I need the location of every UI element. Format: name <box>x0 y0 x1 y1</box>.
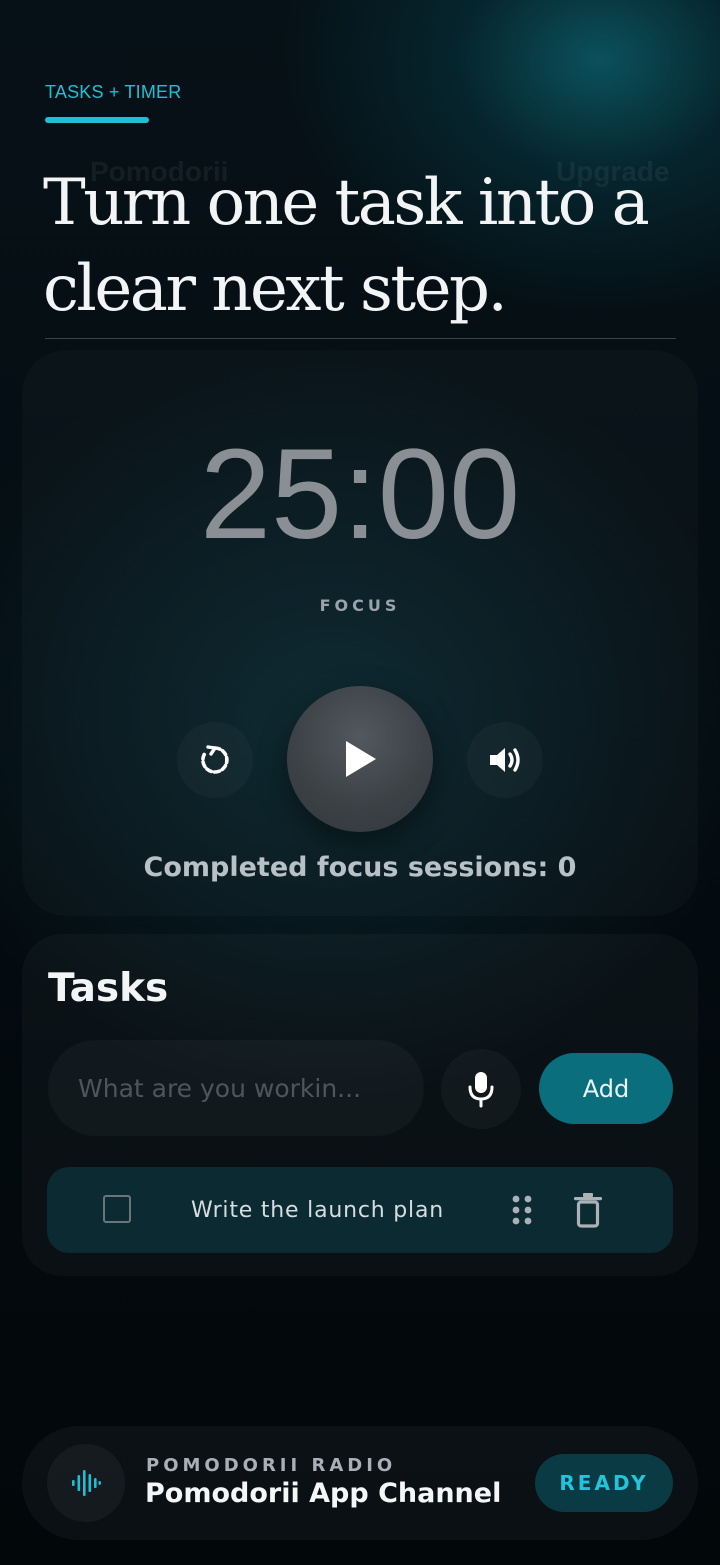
hero-eyebrow-underline <box>45 117 149 123</box>
radio-status-button[interactable]: READY <box>535 1454 673 1512</box>
task-label: Write the launch plan <box>191 1197 444 1223</box>
task-checkbox[interactable] <box>103 1195 131 1223</box>
voice-input-button[interactable] <box>441 1049 521 1129</box>
audio-wave-icon <box>72 1470 101 1496</box>
tasks-title: Tasks <box>48 966 169 1011</box>
task-item[interactable]: Write the launch plan <box>47 1167 673 1253</box>
drag-handle-icon[interactable] <box>511 1194 533 1226</box>
radio-eyebrow: POMODORII RADIO <box>146 1455 397 1476</box>
completed-sessions-text: Completed focus sessions: 0 <box>143 852 577 883</box>
volume-icon <box>490 748 520 772</box>
sound-toggle-button[interactable] <box>467 722 543 798</box>
add-task-button[interactable]: Add <box>539 1053 673 1124</box>
delete-task-icon[interactable] <box>573 1192 603 1228</box>
hero-headline: Turn one task into a clear next step. <box>43 166 650 326</box>
hero-eyebrow: TASKS + TIMER <box>45 82 182 102</box>
reset-timer-button[interactable] <box>177 722 253 798</box>
headline-divider <box>45 338 676 339</box>
app-screen: Pomodorii Upgrade TASKS + TIMER Turn one… <box>0 0 720 1565</box>
timer-display: 25:00 <box>199 423 521 566</box>
microphone-icon <box>468 1072 494 1108</box>
timer-mode-label: FOCUS <box>319 596 401 615</box>
restart-icon <box>201 745 229 774</box>
radio-channel-name: Pomodorii App Channel <box>145 1478 502 1509</box>
play-icon <box>346 741 376 777</box>
task-input[interactable] <box>48 1040 424 1136</box>
play-button[interactable] <box>287 686 433 832</box>
radio-icon-button[interactable] <box>47 1444 125 1522</box>
